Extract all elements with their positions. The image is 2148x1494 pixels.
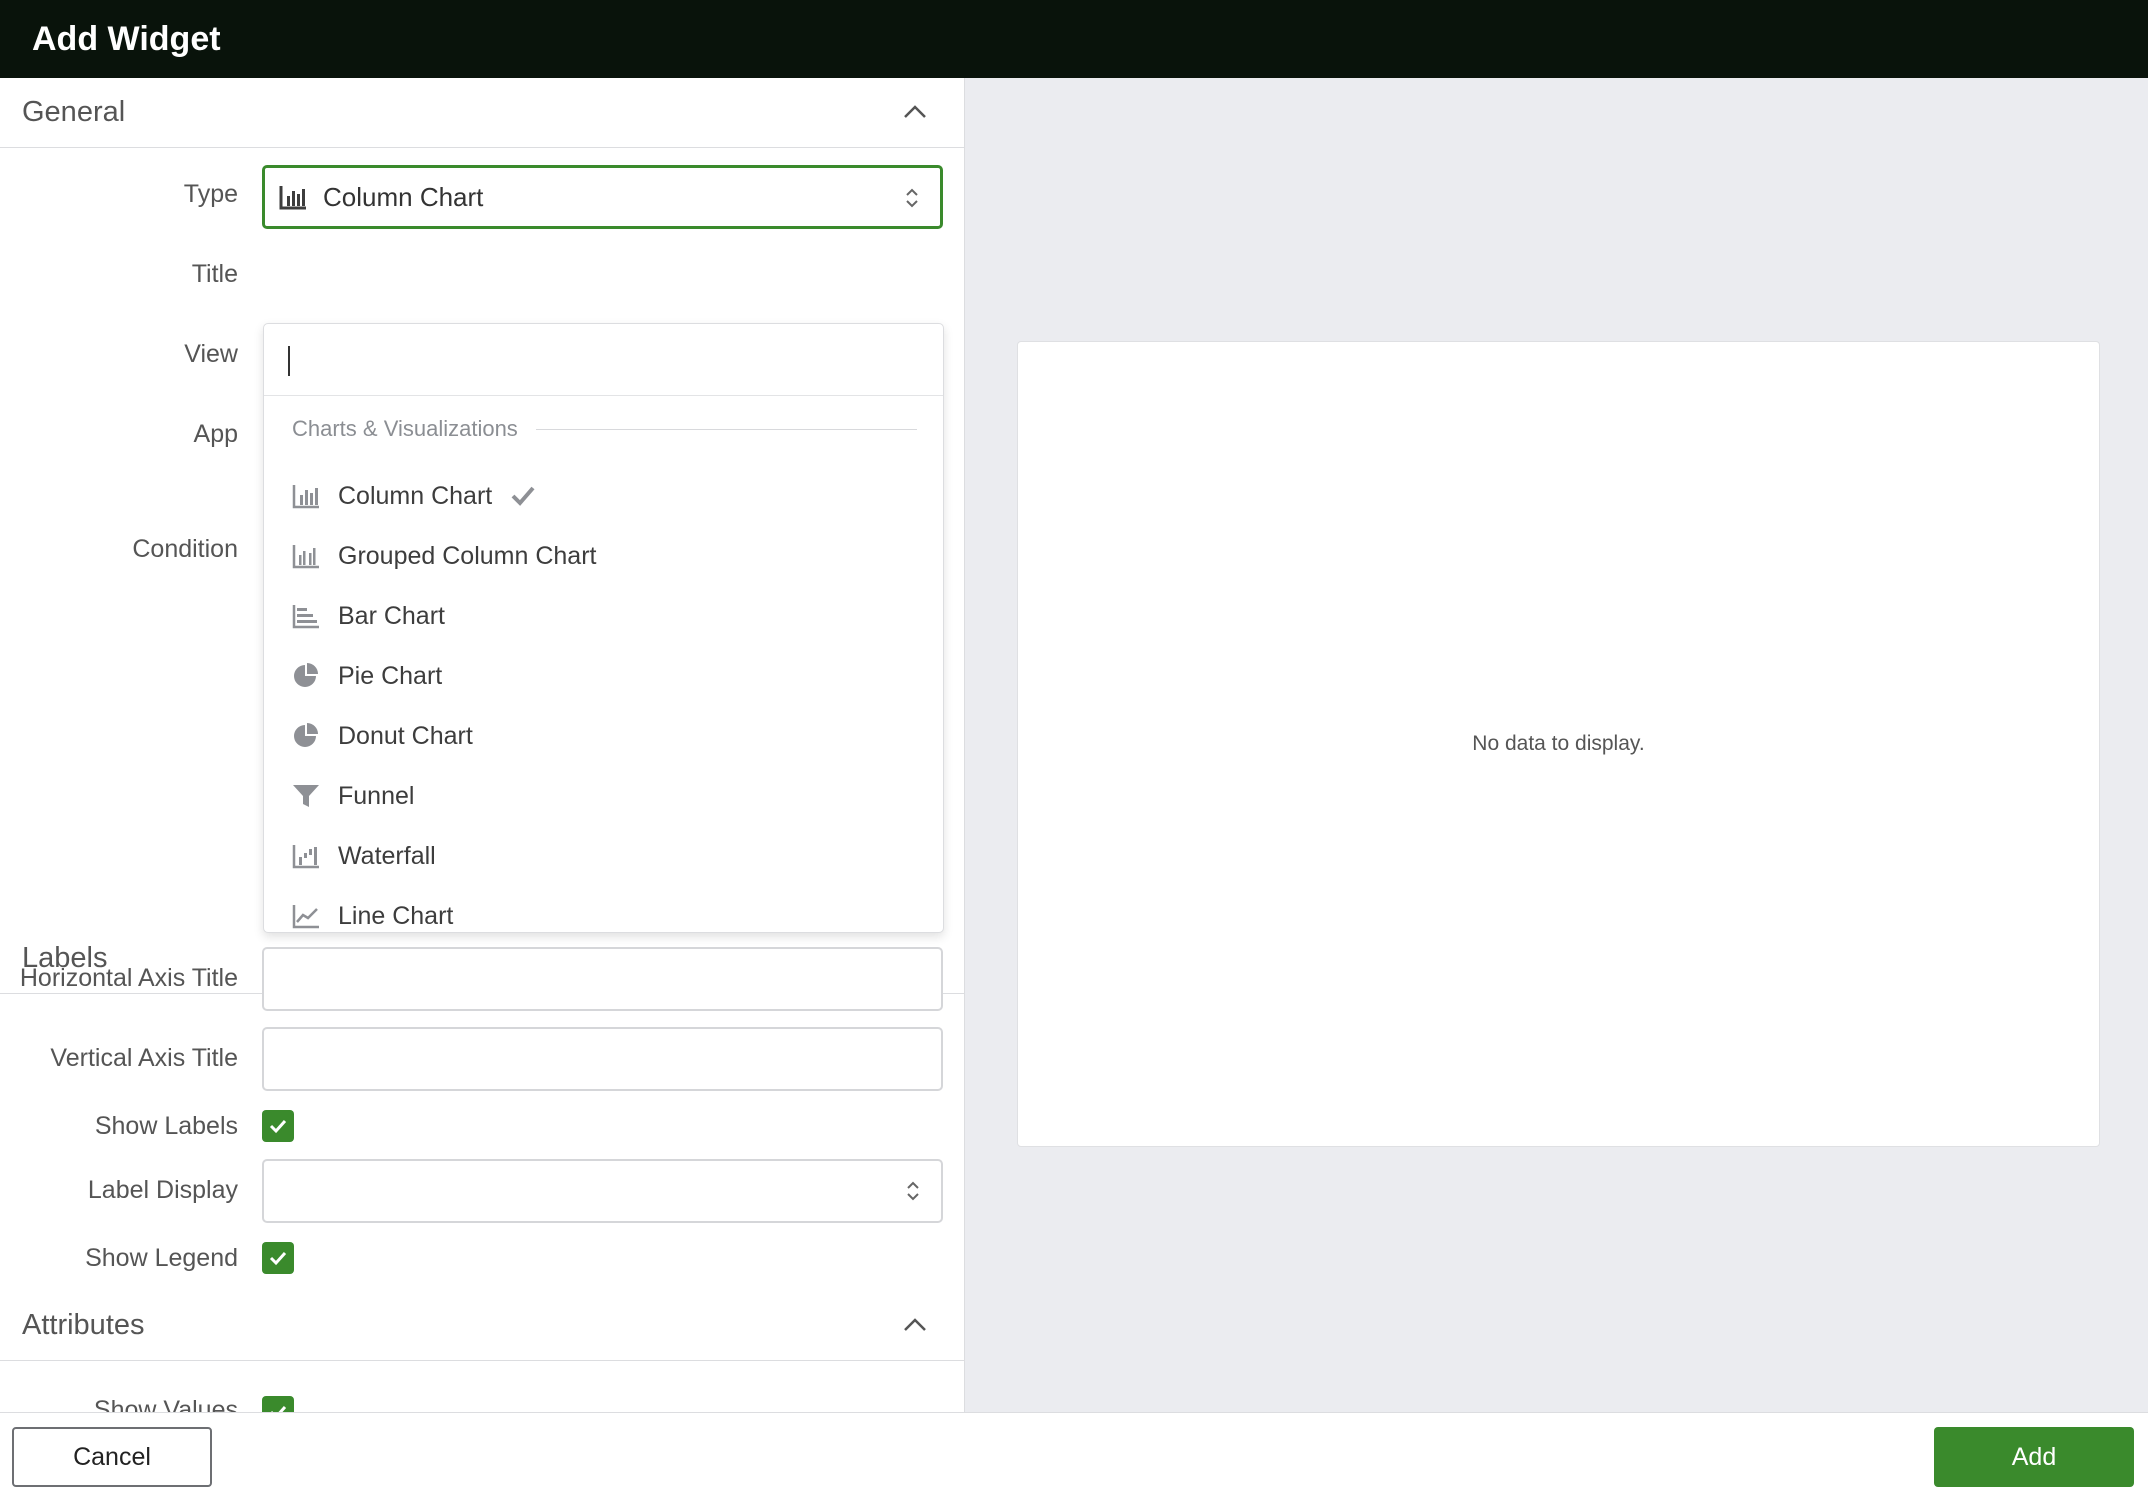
section-header-general[interactable]: General <box>0 78 964 148</box>
option-label: Funnel <box>338 781 415 810</box>
sort-arrows-icon <box>906 188 918 208</box>
view-label: View <box>184 340 238 368</box>
window-title-bar: Add Widget <box>0 0 2148 78</box>
horizontal-axis-title-label: Horizontal Axis Title <box>19 964 238 992</box>
show-values-label: Show Values <box>93 1396 238 1412</box>
widget-preview: No data to display. <box>1017 341 2100 1147</box>
show-legend-label: Show Legend <box>85 1244 238 1272</box>
type-label: Type <box>183 180 238 208</box>
group-label: Charts & Visualizations <box>292 416 518 441</box>
horizontal-axis-title-input[interactable] <box>262 947 943 1011</box>
pie-chart-icon <box>294 663 318 687</box>
type-select-value: Column Chart <box>323 181 484 212</box>
vertical-axis-title-input[interactable] <box>262 1027 943 1091</box>
section-title-attributes: Attributes <box>22 1309 145 1341</box>
section-header-attributes[interactable]: Attributes <box>0 1291 964 1361</box>
chevron-up-icon <box>904 1318 926 1331</box>
title-label: Title <box>191 260 238 288</box>
option-grouped-column-chart[interactable]: Grouped Column Chart <box>292 536 912 576</box>
option-funnel[interactable]: Funnel <box>292 776 912 816</box>
type-dropdown-menu: Charts & Visualizations Column Chart Gro… <box>263 323 944 933</box>
condition-label: Condition <box>132 535 238 563</box>
waterfall-icon <box>292 845 319 869</box>
show-labels-checkbox[interactable] <box>262 1110 294 1142</box>
label-display-select[interactable] <box>262 1159 943 1223</box>
line-chart-icon <box>292 905 319 929</box>
type-search-input[interactable] <box>264 324 943 396</box>
option-label: Pie Chart <box>338 661 443 690</box>
column-chart-icon <box>292 485 319 509</box>
vertical-axis-title-label: Vertical Axis Title <box>50 1044 238 1072</box>
cancel-button[interactable]: Cancel <box>12 1427 212 1487</box>
type-select[interactable]: Column Chart <box>262 165 943 229</box>
option-label: Waterfall <box>338 841 436 870</box>
option-label: Donut Chart <box>338 721 473 750</box>
checkmark-icon <box>269 1251 287 1266</box>
option-label: Line Chart <box>338 901 454 930</box>
show-labels-label: Show Labels <box>94 1112 238 1140</box>
option-bar-chart[interactable]: Bar Chart <box>292 596 912 636</box>
option-label: Grouped Column Chart <box>338 541 597 570</box>
donut-chart-icon <box>294 723 318 747</box>
dialog-footer: Cancel Add <box>0 1412 2148 1494</box>
selected-check-icon <box>511 486 535 506</box>
preview-panel: No data to display. <box>965 78 2148 1412</box>
label-display-label: Label Display <box>87 1176 238 1204</box>
checkmark-icon <box>269 1119 287 1134</box>
show-values-checkbox[interactable] <box>262 1396 294 1412</box>
option-column-chart[interactable]: Column Chart <box>292 476 912 516</box>
option-waterfall[interactable]: Waterfall <box>292 836 912 876</box>
column-chart-icon <box>279 186 306 210</box>
text-cursor <box>288 346 290 376</box>
sort-arrows-icon <box>907 1181 919 1201</box>
group-divider <box>535 428 917 430</box>
section-title-general: General <box>22 96 126 128</box>
preview-empty-message: No data to display. <box>1472 732 1645 755</box>
option-line-chart[interactable]: Line Chart <box>292 896 912 932</box>
option-pie-chart[interactable]: Pie Chart <box>292 656 912 696</box>
app-label: App <box>193 420 238 448</box>
dropdown-group-header: Charts & Visualizations <box>292 416 917 442</box>
add-button[interactable]: Add <box>1934 1427 2134 1487</box>
option-label: Bar Chart <box>338 601 445 630</box>
checkmark-icon <box>271 1405 287 1412</box>
settings-panel: General Type Column Chart Title View App… <box>0 78 965 1412</box>
bar-chart-icon <box>292 605 319 629</box>
option-donut-chart[interactable]: Donut Chart <box>292 716 912 756</box>
window-title: Add Widget <box>32 19 221 58</box>
show-legend-checkbox[interactable] <box>262 1242 294 1274</box>
grouped-column-chart-icon <box>292 545 319 569</box>
chevron-up-icon <box>904 105 926 118</box>
option-label: Column Chart <box>338 481 493 510</box>
funnel-icon <box>293 785 319 807</box>
